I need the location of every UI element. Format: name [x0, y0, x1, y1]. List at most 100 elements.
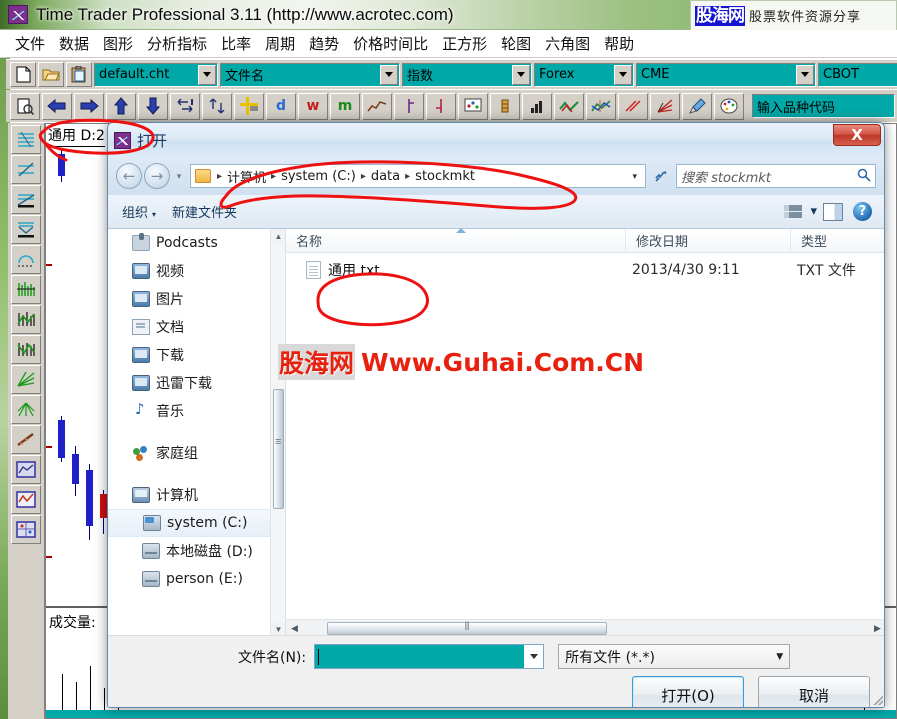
new-file-icon[interactable] [10, 62, 36, 87]
view-dropdown-icon[interactable]: ▾ [804, 201, 823, 222]
chevron-down-icon[interactable] [796, 64, 814, 85]
chevron-down-icon[interactable] [614, 64, 632, 85]
breadcrumb-dropdown-icon[interactable]: ▾ [626, 171, 643, 182]
chevron-down-icon[interactable] [512, 64, 530, 85]
resize-grip[interactable] [871, 693, 883, 705]
symbol-code-input[interactable]: 输入品种代码 [752, 94, 895, 118]
menu-wheel[interactable]: 轮图 [494, 31, 538, 56]
sidebar-item-videos[interactable]: 视频 [108, 257, 285, 285]
weekly-icon[interactable]: w [298, 92, 328, 120]
chevron-down-icon[interactable] [380, 64, 398, 85]
scroll-up-icon[interactable]: ▲ [271, 229, 285, 244]
menu-cycle[interactable]: 周期 [258, 31, 302, 56]
table-row[interactable]: 通用.txt 2013/4/30 9:11 TXT 文件 [286, 253, 884, 287]
menu-help[interactable]: 帮助 [597, 31, 641, 56]
arrow-left-icon[interactable] [42, 92, 72, 120]
cme-combo[interactable]: CME [636, 62, 816, 87]
file-type-filter-combo[interactable]: 所有文件 (*.*) ▼ [558, 644, 791, 669]
index-combo[interactable]: 指数 [402, 62, 532, 87]
help-icon[interactable]: ? [853, 202, 872, 221]
recent-locations-dropdown[interactable]: ▾ [172, 171, 186, 182]
search-input[interactable]: 搜索 stockmkt [676, 164, 876, 188]
arc-icon[interactable] [11, 245, 41, 274]
breadcrumb-computer[interactable]: 计算机 [225, 166, 268, 187]
view-list-icon[interactable] [784, 203, 804, 221]
scrollbar-thumb[interactable] [273, 389, 284, 509]
gann-grid-icon[interactable] [11, 395, 41, 424]
channel-icon[interactable] [11, 215, 41, 244]
sidebar-item-pictures[interactable]: 图片 [108, 285, 285, 313]
close-icon[interactable]: X [833, 124, 881, 146]
print-preview-icon[interactable] [10, 92, 40, 120]
file-name-cell[interactable]: 通用.txt [286, 260, 626, 280]
zigzag-line-icon[interactable] [11, 305, 41, 334]
breadcrumb-system-c[interactable]: system (C:) [279, 168, 358, 185]
forward-button[interactable]: → [144, 163, 170, 189]
column-header-modified[interactable]: 修改日期 [626, 228, 791, 253]
zigzag-icon[interactable] [554, 92, 584, 120]
multi-window-icon[interactable] [11, 515, 41, 544]
menu-file[interactable]: 文件 [8, 31, 52, 56]
sidebar-item-homegroup[interactable]: 家庭组 [108, 439, 285, 467]
data-points-icon[interactable] [458, 92, 488, 120]
chevron-down-icon[interactable] [524, 645, 544, 668]
filename-input[interactable] [314, 644, 545, 669]
sidebar-item-person-e[interactable]: person (E:) [108, 565, 285, 593]
arrow-up-icon[interactable] [106, 92, 136, 120]
forex-combo[interactable]: Forex [534, 62, 634, 87]
menu-ratio[interactable]: 比率 [214, 31, 258, 56]
menu-trend[interactable]: 趋势 [302, 31, 346, 56]
sidebar-item-music[interactable]: 音乐 [108, 397, 285, 425]
fit-vertical-icon[interactable] [202, 92, 232, 120]
daily-icon[interactable]: d [266, 92, 296, 120]
overlay-chart-icon[interactable] [586, 92, 616, 120]
refresh-icon[interactable] [649, 164, 673, 188]
open-button[interactable]: 打开(O) [632, 676, 744, 707]
open-folder-icon[interactable] [38, 62, 64, 87]
sidebar-item-podcasts[interactable]: Podcasts [108, 229, 285, 257]
monthly-icon[interactable]: m [330, 92, 360, 120]
new-folder-button[interactable]: 新建文件夹 [164, 199, 245, 224]
sidebar-item-local-disk-d[interactable]: 本地磁盘 (D:) [108, 537, 285, 565]
bar-up-icon[interactable] [394, 92, 424, 120]
paste-clipboard-icon[interactable] [66, 62, 92, 87]
arrow-right-icon[interactable] [74, 92, 104, 120]
parallel-lines-icon[interactable] [618, 92, 648, 120]
cbot-combo[interactable]: CBOT [818, 62, 897, 87]
gann-fan-icon[interactable] [11, 365, 41, 394]
breadcrumb-stockmkt[interactable]: stockmkt [413, 168, 477, 185]
column-header-name[interactable]: 名称 [286, 227, 626, 253]
sidebar-item-downloads[interactable]: 下载 [108, 341, 285, 369]
cancel-button[interactable]: 取消 [758, 676, 870, 707]
brush-icon[interactable] [682, 92, 712, 120]
trend-line-icon[interactable] [11, 155, 41, 184]
fan-line-icon[interactable] [11, 185, 41, 214]
chart-template-combo[interactable]: default.cht [94, 62, 218, 87]
sidebar-scrollbar[interactable]: ▲ ▼ [270, 229, 285, 637]
scrollbar-thumb[interactable] [327, 622, 607, 635]
bar-down-icon[interactable] [426, 92, 456, 120]
overlay-window-icon[interactable] [11, 485, 41, 514]
crosshair-icon[interactable] [234, 92, 264, 120]
sidebar-item-computer[interactable]: 计算机 [108, 481, 285, 509]
histogram-icon[interactable] [522, 92, 552, 120]
fan-lines-icon[interactable] [650, 92, 680, 120]
column-header-type[interactable]: 类型 [791, 229, 881, 253]
palette-icon[interactable] [714, 92, 744, 120]
speed-lines-icon[interactable] [11, 335, 41, 364]
arrow-down-icon[interactable] [138, 92, 168, 120]
line-chart-icon[interactable] [362, 92, 392, 120]
fit-horizontal-icon[interactable] [170, 92, 200, 120]
sidebar-item-documents[interactable]: 文档 [108, 313, 285, 341]
preview-pane-icon[interactable] [823, 202, 843, 221]
back-button[interactable]: ← [116, 163, 142, 189]
vertical-bars-icon[interactable] [11, 275, 41, 304]
breadcrumb-data[interactable]: data [369, 168, 402, 185]
menu-hexagon[interactable]: 六角图 [538, 31, 597, 56]
filename-combo[interactable]: 文件名 [220, 62, 400, 87]
chevron-down-icon[interactable] [198, 64, 216, 85]
sidebar-item-system-c[interactable]: system (C:) [108, 509, 285, 537]
column-chart-icon[interactable] [490, 92, 520, 120]
angle-line-icon[interactable] [11, 425, 41, 454]
horizontal-lines-icon[interactable] [11, 125, 41, 154]
